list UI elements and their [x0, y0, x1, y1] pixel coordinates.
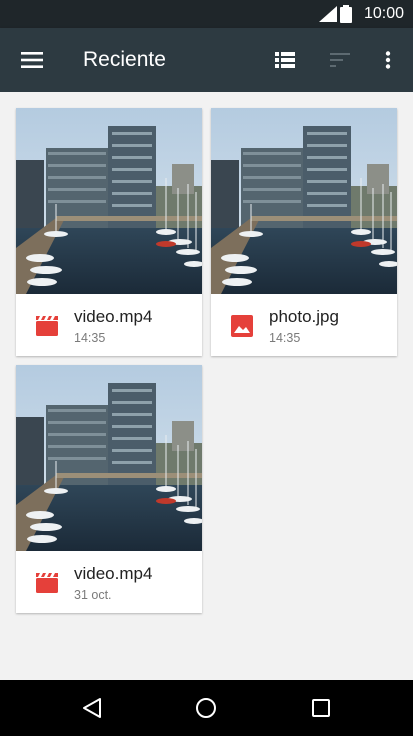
- home-icon: [196, 698, 216, 718]
- signal-icon: [319, 6, 337, 22]
- more-vert-icon: [385, 51, 391, 69]
- list-view-icon: [275, 52, 295, 68]
- file-meta: video.mp4 14:35: [16, 294, 202, 356]
- status-time: 10:00: [363, 5, 404, 22]
- file-name: video.mp4: [74, 307, 153, 326]
- file-card[interactable]: photo.jpg 14:35: [211, 108, 397, 356]
- file-card[interactable]: video.mp4 14:35: [16, 108, 202, 356]
- file-thumbnail: [211, 108, 397, 294]
- file-meta: photo.jpg 14:35: [211, 294, 397, 356]
- file-name: photo.jpg: [269, 307, 339, 326]
- page-title: Reciente: [83, 48, 166, 71]
- file-date: 14:35: [74, 331, 106, 345]
- recent-files-grid: video.mp4 14:35 photo.jpg 14:35 video.mp…: [0, 92, 413, 680]
- status-bar: 10:00: [0, 0, 413, 28]
- battery-icon: [340, 5, 352, 23]
- app-bar: Reciente: [0, 28, 413, 92]
- recents-button[interactable]: [305, 692, 337, 724]
- file-meta: video.mp4 31 oct.: [16, 551, 202, 613]
- file-name: video.mp4: [74, 564, 153, 583]
- list-view-button[interactable]: [267, 44, 303, 76]
- home-button[interactable]: [190, 692, 222, 724]
- file-thumbnail: [16, 108, 202, 294]
- file-date: 31 oct.: [74, 588, 112, 602]
- video-icon: [36, 316, 58, 336]
- image-icon: [231, 315, 253, 337]
- sort-button[interactable]: [322, 44, 358, 76]
- recents-icon: [312, 699, 330, 717]
- back-icon: [83, 698, 101, 718]
- file-thumbnail: [16, 365, 202, 551]
- file-date: 14:35: [269, 331, 301, 345]
- more-options-button[interactable]: [370, 44, 406, 76]
- menu-button[interactable]: [14, 44, 50, 76]
- video-icon: [36, 573, 58, 593]
- back-button[interactable]: [76, 692, 108, 724]
- navigation-bar: [0, 680, 413, 736]
- menu-icon: [21, 52, 43, 68]
- file-card[interactable]: video.mp4 31 oct.: [16, 365, 202, 613]
- sort-icon: [330, 53, 350, 67]
